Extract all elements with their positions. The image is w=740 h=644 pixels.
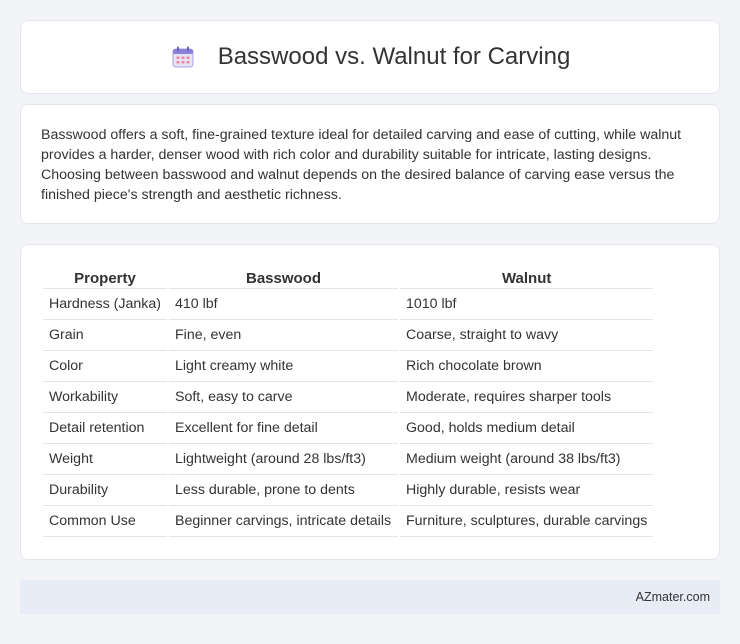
table-cell-walnut: Highly durable, resists wear	[400, 475, 654, 506]
table-cell-basswood: Soft, easy to carve	[169, 382, 398, 413]
table-cell-property: Detail retention	[43, 413, 167, 444]
intro-text: Basswood offers a soft, fine-grained tex…	[41, 127, 682, 203]
page-title: Basswood vs. Walnut for Carving	[217, 43, 571, 70]
calendar-icon	[170, 44, 196, 70]
table-row: Color Light creamy white Rich chocolate …	[43, 351, 654, 382]
comparison-table: Property Basswood Walnut Hardness (Janka…	[41, 265, 655, 537]
table-row: Durability Less durable, prone to dents …	[43, 475, 654, 506]
table-cell-basswood: Beginner carvings, intricate details	[169, 506, 398, 537]
title-card: Basswood vs. Walnut for Carving	[20, 20, 720, 94]
table-cell-property: Workability	[43, 382, 167, 413]
table-row: Workability Soft, easy to carve Moderate…	[43, 382, 654, 413]
table-cell-basswood: Excellent for fine detail	[169, 413, 398, 444]
table-cell-walnut: Rich chocolate brown	[400, 351, 654, 382]
table-cell-basswood: Lightweight (around 28 lbs/ft3)	[169, 444, 398, 475]
table-cell-property: Color	[43, 351, 167, 382]
table-row: Common Use Beginner carvings, intricate …	[43, 506, 654, 537]
table-cell-basswood: 410 lbf	[169, 289, 398, 320]
table-row: Grain Fine, even Coarse, straight to wav…	[43, 320, 654, 351]
table-row: Detail retention Excellent for fine deta…	[43, 413, 654, 444]
footer-brand: AZmater.com	[635, 590, 710, 604]
title-wrap: Basswood vs. Walnut for Carving	[170, 43, 571, 71]
table-cell-walnut: Coarse, straight to wavy	[400, 320, 654, 351]
footer: AZmater.com	[20, 580, 720, 614]
table-cell-property: Durability	[43, 475, 167, 506]
table-card: Property Basswood Walnut Hardness (Janka…	[20, 244, 720, 560]
table-cell-basswood: Fine, even	[169, 320, 398, 351]
table-cell-walnut: 1010 lbf	[400, 289, 654, 320]
table-row: Weight Lightweight (around 28 lbs/ft3) M…	[43, 444, 654, 475]
table-cell-property: Hardness (Janka)	[43, 289, 167, 320]
column-header-walnut: Walnut	[400, 265, 654, 289]
table-cell-walnut: Good, holds medium detail	[400, 413, 654, 444]
table-header-row: Property Basswood Walnut	[43, 265, 654, 289]
table-cell-property: Common Use	[43, 506, 167, 537]
table-cell-basswood: Less durable, prone to dents	[169, 475, 398, 506]
column-header-property: Property	[43, 265, 167, 289]
table-cell-walnut: Medium weight (around 38 lbs/ft3)	[400, 444, 654, 475]
intro-card: Basswood offers a soft, fine-grained tex…	[20, 104, 720, 224]
table-cell-property: Grain	[43, 320, 167, 351]
table-cell-basswood: Light creamy white	[169, 351, 398, 382]
table-row: Hardness (Janka) 410 lbf 1010 lbf	[43, 289, 654, 320]
table-cell-walnut: Furniture, sculptures, durable carvings	[400, 506, 654, 537]
table-cell-walnut: Moderate, requires sharper tools	[400, 382, 654, 413]
table-cell-property: Weight	[43, 444, 167, 475]
column-header-basswood: Basswood	[169, 265, 398, 289]
